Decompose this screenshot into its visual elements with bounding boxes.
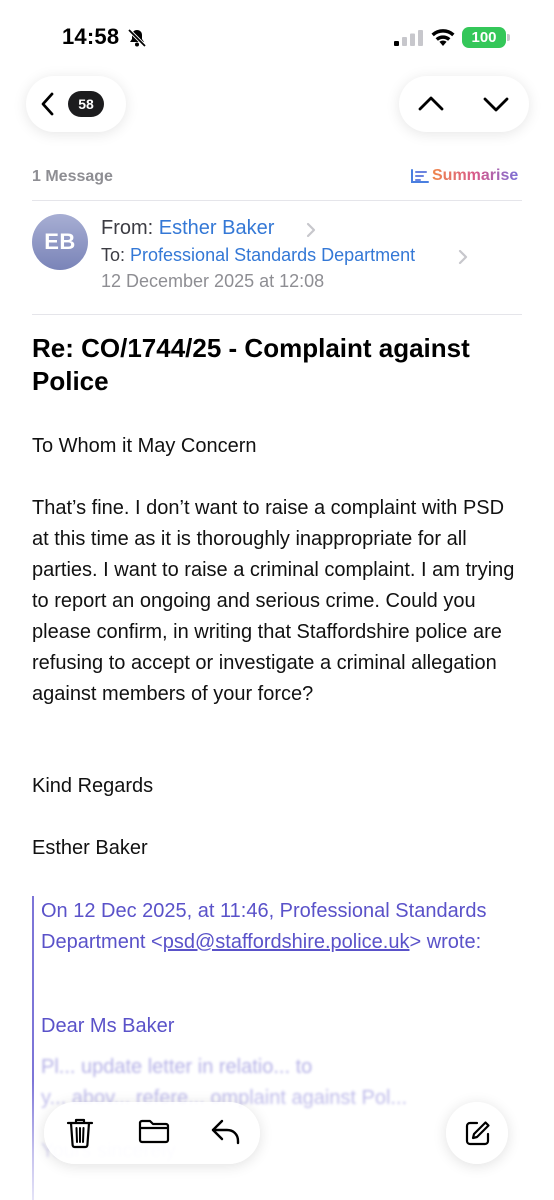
message-date: 12 December 2025 at 12:08 xyxy=(101,271,325,291)
chevron-down-icon xyxy=(483,97,509,112)
wifi-icon xyxy=(431,29,455,46)
quoted-header-suffix: > wrote: xyxy=(409,931,482,953)
avatar[interactable]: EB xyxy=(32,214,88,270)
message-nav-group xyxy=(399,76,529,132)
sender-name[interactable]: Esther Baker xyxy=(159,217,275,239)
folder-icon xyxy=(138,1119,170,1144)
chevron-up-icon xyxy=(418,96,444,111)
from-line: From: Esther Baker xyxy=(101,217,274,240)
action-toolbar xyxy=(44,1102,260,1164)
unread-count-badge: 58 xyxy=(68,91,104,117)
status-bar: 14:58 100 xyxy=(0,0,554,70)
delete-button[interactable] xyxy=(44,1102,116,1164)
summarise-label: Summarise xyxy=(432,167,519,184)
body-signoff: Kind Regards xyxy=(32,775,154,797)
back-button[interactable]: 58 xyxy=(26,76,126,132)
quoted-header: On 12 Dec 2025, at 11:46, Professional S… xyxy=(41,896,532,958)
to-line: To: Professional Standards Department xyxy=(101,245,415,266)
compose-icon xyxy=(465,1121,490,1146)
next-message-button[interactable] xyxy=(464,76,529,132)
header-divider xyxy=(32,200,522,201)
message-count: 1 Message xyxy=(32,168,113,185)
chevron-left-icon xyxy=(41,92,54,116)
reply-button[interactable] xyxy=(188,1102,260,1164)
battery-icon: 100 xyxy=(462,27,506,48)
cellular-signal-icon xyxy=(394,30,423,46)
bell-slash-icon xyxy=(127,28,147,48)
from-label: From: xyxy=(101,217,154,239)
body-paragraph: That’s fine. I don’t want to raise a com… xyxy=(32,497,515,705)
reply-icon xyxy=(211,1119,240,1145)
move-to-folder-button[interactable] xyxy=(116,1102,188,1164)
to-label: To: xyxy=(101,245,126,265)
summarise-icon xyxy=(411,169,429,183)
battery-tip xyxy=(507,34,510,41)
quoted-line-1: Pl... update letter in relatio... to xyxy=(41,1056,313,1078)
quoted-greeting: Dear Ms Baker xyxy=(41,1015,175,1037)
message-subject: Re: CO/1744/25 - Complaint against Polic… xyxy=(32,333,470,396)
trash-icon xyxy=(66,1118,94,1149)
status-time: 14:58 xyxy=(62,24,120,49)
body-greeting: To Whom it May Concern xyxy=(32,435,257,457)
chevron-right-icon[interactable] xyxy=(306,222,316,238)
chevron-right-icon[interactable] xyxy=(458,249,468,265)
previous-message-button[interactable] xyxy=(399,76,464,132)
body-signature: Esther Baker xyxy=(32,837,148,859)
quoted-email-link[interactable]: psd@staffordshire.police.uk xyxy=(163,931,410,953)
recipient-name[interactable]: Professional Standards Department xyxy=(130,245,415,265)
compose-button[interactable] xyxy=(446,1102,508,1164)
sender-divider xyxy=(32,314,522,315)
